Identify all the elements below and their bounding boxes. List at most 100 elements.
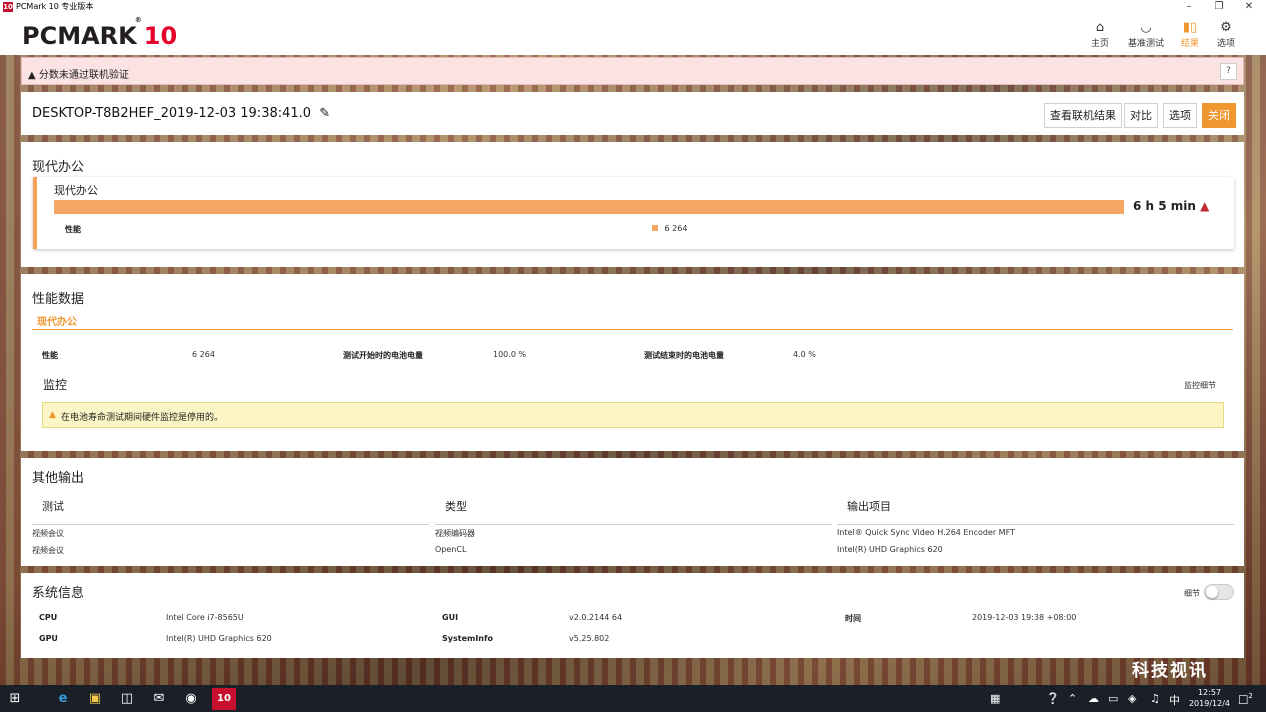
table-cell: 视频会议 <box>32 546 64 555</box>
summary-card-title: 现代办公 <box>54 184 98 197</box>
legend-swatch <box>652 225 658 231</box>
sysinfo-label: CPU <box>39 613 58 622</box>
details-toggle-label: 细节 <box>1184 589 1200 598</box>
options-button[interactable]: 选项 <box>1163 103 1197 128</box>
notification-icon[interactable]: □2 <box>1238 692 1253 706</box>
result-header-panel: DESKTOP-T8B2HEF_2019-12-03 19:38:41.0 ✎ … <box>21 92 1244 135</box>
home-icon: ⌂ <box>1095 20 1105 35</box>
perf-row-label: 性能 <box>65 225 81 234</box>
close-result-button[interactable]: 关闭 <box>1202 103 1236 128</box>
perf-value: 6 264 <box>192 350 215 359</box>
notification-count: 2 <box>1248 692 1253 700</box>
system-info-panel: 系统信息 细节 CPU Intel Core i7-8565U GUI v2.0… <box>21 573 1244 658</box>
network-icon[interactable]: ◈ <box>1128 692 1136 705</box>
sysinfo-label: SystemInfo <box>442 634 493 643</box>
sysinfo-value: Intel Core i7-8565U <box>166 613 244 622</box>
tab-modern-office[interactable]: 现代办公 <box>37 313 77 328</box>
ime-indicator[interactable]: 中 <box>1169 692 1180 708</box>
help-button[interactable]: ? <box>1220 63 1237 80</box>
column-header-output: 输出项目 <box>847 500 891 513</box>
volume-icon[interactable]: ♫ <box>1150 692 1160 705</box>
table-cell: 视频会议 <box>32 529 64 538</box>
monitor-details-toggle[interactable]: 监控细节 <box>1184 380 1216 391</box>
minimize-button[interactable]: – <box>1174 0 1204 14</box>
tab-underline <box>32 329 1233 330</box>
cloud-icon[interactable]: ☁ <box>1088 692 1099 705</box>
camera-app-icon[interactable]: ◉ <box>182 690 200 708</box>
sysinfo-label: 时间 <box>845 614 861 623</box>
nav-home[interactable]: ⌂ 主页 <box>1088 20 1112 49</box>
sysinfo-label: GUI <box>442 613 459 622</box>
other-output-section-title: 其他输出 <box>32 471 85 486</box>
column-divider <box>837 524 1234 525</box>
battery-start-label: 测试开始时的电池电量 <box>343 351 423 360</box>
perf-row-value: 6 264 <box>664 224 688 233</box>
window-title: PCMark 10 专业版本 <box>16 2 94 11</box>
gear-icon: ⚙ <box>1220 20 1232 35</box>
battery-icon[interactable]: ▭ <box>1108 692 1118 705</box>
pcmark-taskbar-icon[interactable]: 10 <box>212 688 236 710</box>
column-divider <box>435 524 832 525</box>
close-window-button[interactable]: ✕ <box>1234 0 1264 14</box>
pcmark-logo: PCMARK®10 <box>22 16 178 50</box>
validation-alert: ▲ 分数未通过联机验证 ? <box>21 57 1244 85</box>
sysinfo-value: v2.0.2144 64 <box>569 613 623 622</box>
sysinfo-value: v5.25.802 <box>569 634 610 643</box>
table-cell: Intel(R) UHD Graphics 620 <box>837 545 943 554</box>
sysinfo-value: 2019-12-03 19:38 +08:00 <box>972 613 1077 622</box>
monitor-warning: ▲ 在电池寿命测试期间硬件监控是停用的。 <box>42 402 1224 428</box>
score-value: 6 h 5 min <box>1133 199 1196 213</box>
clock-date: 2019/12/4 <box>1188 699 1230 708</box>
nav-results[interactable]: ▮▯ 结果 <box>1178 20 1202 49</box>
battery-start-value: 100.0 % <box>493 350 527 359</box>
table-cell: Intel® Quick Sync Video H.264 Encoder MF… <box>837 528 1015 537</box>
store-icon[interactable]: ◫ <box>118 690 136 708</box>
warning-icon: ▲ <box>49 410 56 420</box>
warning-icon: ▲ <box>1200 199 1210 213</box>
chevron-up-icon[interactable]: ⌃ <box>1068 692 1077 705</box>
column-header-type: 类型 <box>445 500 467 513</box>
app-icon: 10 <box>3 2 13 12</box>
view-online-results-button[interactable]: 查看联机结果 <box>1044 103 1122 128</box>
system-info-section-title: 系统信息 <box>32 586 85 601</box>
monitor-warning-text: 在电池寿命测试期间硬件监控是停用的。 <box>61 413 224 423</box>
summary-section-title: 现代办公 <box>32 160 85 175</box>
bar-chart-icon: ▮▯ <box>1182 20 1198 35</box>
sysinfo-label: GPU <box>39 634 58 643</box>
score-bar <box>54 200 1124 214</box>
sysinfo-value: Intel(R) UHD Graphics 620 <box>166 634 272 643</box>
details-toggle[interactable] <box>1204 584 1234 600</box>
maximize-button[interactable]: ❐ <box>1204 0 1234 14</box>
gauge-icon: ◡ <box>1140 20 1152 35</box>
performance-data-panel: 性能数据 现代办公 性能 6 264 测试开始时的电池电量 100.0 % 测试… <box>21 274 1244 451</box>
column-divider <box>32 524 429 525</box>
windows-start-icon[interactable]: ⊞ <box>6 690 24 708</box>
mail-icon[interactable]: ✉ <box>150 690 168 708</box>
table-cell: 视频编码器 <box>435 529 475 538</box>
app-header: PCMARK®10 ⌂ 主页 ◡ 基准测试 ▮▯ 结果 ⚙ 选项 <box>0 14 1266 55</box>
battery-end-value: 4.0 % <box>793 350 816 359</box>
column-header-test: 测试 <box>42 500 64 513</box>
compare-button[interactable]: 对比 <box>1124 103 1158 128</box>
file-explorer-icon[interactable]: ▣ <box>86 690 104 708</box>
monitor-title: 监控 <box>43 378 68 392</box>
nav-benchmarks[interactable]: ◡ 基准测试 <box>1124 20 1168 49</box>
edge-browser-icon[interactable]: e <box>54 690 72 708</box>
battery-end-label: 测试结束时的电池电量 <box>644 351 724 360</box>
window-titlebar: 10 PCMark 10 专业版本 – ❐ ✕ <box>0 0 1266 14</box>
edit-icon[interactable]: ✎ <box>319 106 330 121</box>
help-tray-icon[interactable]: ❔ <box>1046 692 1060 705</box>
warning-icon: ▲ <box>28 70 36 81</box>
nav-options[interactable]: ⚙ 选项 <box>1214 20 1238 49</box>
perf-label: 性能 <box>42 351 58 360</box>
alert-text: 分数未通过联机验证 <box>38 70 129 81</box>
perf-data-section-title: 性能数据 <box>32 292 85 307</box>
summary-card: 现代办公 6 h 5 min ▲ 性能 6 264 <box>33 177 1234 249</box>
taskbar-clock[interactable]: 12:57 2019/12/4 <box>1189 687 1230 709</box>
watermark-text: 科技视讯 <box>1132 661 1208 681</box>
toggle-knob <box>1206 586 1218 598</box>
clock-time: 12:57 <box>1197 688 1222 697</box>
result-name: DESKTOP-T8B2HEF_2019-12-03 19:38:41.0 <box>32 106 312 121</box>
table-cell: OpenCL <box>435 545 467 554</box>
keyboard-icon[interactable]: ▦ <box>990 692 1000 705</box>
